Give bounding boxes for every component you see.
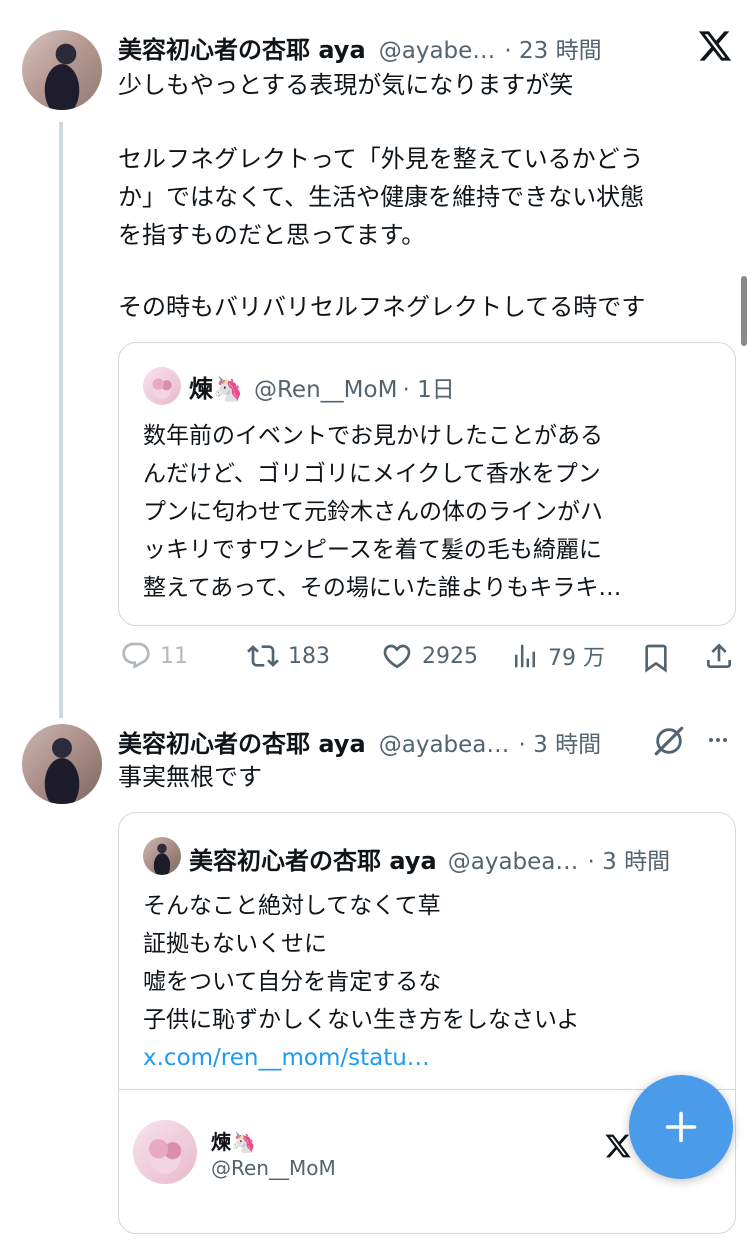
avatar[interactable] [22, 30, 102, 110]
quote-avatar [143, 367, 181, 405]
tweet-spacer [118, 254, 728, 292]
x-logo-icon[interactable] [696, 28, 734, 64]
tweet-text: 少しもやっとする表現が気になりますが笑 セルフネグレクトって「外見を整えているか… [118, 66, 728, 326]
tweet-text: 事実無根です [118, 763, 262, 791]
quote-line: んだけど、ゴリゴリにメイクして香水をプン [143, 461, 601, 487]
embed-avatar [133, 1120, 197, 1184]
thread-line [59, 122, 63, 718]
tweet-header: 美容初心者の杏耶 aya @ayabea… · 3 時間 [118, 724, 601, 758]
display-name[interactable]: 美容初心者の杏耶 aya [118, 36, 366, 64]
quote-handle: @ayabea… [447, 849, 579, 875]
embed-display-name: 煉🦄 [211, 1130, 256, 1154]
quote-line: 嘘をついて自分を肯定するな [143, 969, 442, 995]
timestamp[interactable]: · 3 時間 [519, 732, 602, 758]
tweet-spacer [118, 104, 728, 142]
bookmark-icon[interactable] [640, 642, 672, 674]
tweet-line: を指すものだと思ってます。 [118, 221, 426, 249]
quote-timestamp: · 3 時間 [587, 849, 671, 875]
quote-line: 整えてあって、その場にいた誰よりもキラキ… [143, 575, 622, 601]
grok-icon[interactable] [652, 724, 686, 758]
quote-text: そんなこと絶対してなくて草 証拠もないくせに 嘘をついて自分を肯定するな 子供に… [143, 887, 723, 1077]
quote-line: ッキリですワンピースを着て髪の毛も綺麗に [143, 537, 602, 563]
retweet-icon [246, 640, 280, 672]
retweet-count: 183 [288, 643, 330, 669]
tweet-line: その時もバリバリセルフネグレクトしてる時です [118, 293, 646, 321]
quote-link[interactable]: x.com/ren__mom/statu… [143, 1039, 723, 1077]
reply-button[interactable]: 11 [120, 640, 188, 672]
avatar[interactable] [22, 724, 102, 804]
reply-icon [120, 640, 152, 672]
share-icon[interactable] [703, 640, 735, 672]
quote-tweet-card[interactable]: 煉🦄 @Ren__MoM · 1日 数年前のイベントでお見かけしたことがある ん… [118, 342, 736, 626]
quote-display-name: 美容初心者の杏耶 aya [189, 847, 437, 875]
plus-icon [663, 1109, 699, 1145]
like-button[interactable]: 2925 [380, 640, 478, 672]
quote-display-name: 煉🦄 [189, 375, 243, 403]
quote-line: そんなこと絶対してなくて草 [143, 893, 441, 919]
tweet-line: 少しもやっとする表現が気になりますが笑 [118, 71, 574, 99]
handle[interactable]: @ayabe… [379, 38, 496, 64]
quote-avatar [143, 837, 181, 875]
views-icon [510, 640, 540, 672]
embed-handle: @Ren__MoM [211, 1156, 336, 1180]
reply-count: 11 [160, 643, 188, 669]
quote-tweet-card[interactable]: 美容初心者の杏耶 aya @ayabea… · 3 時間 そんなこと絶対してなく… [118, 812, 736, 1234]
quote-header: 煉🦄 @Ren__MoM · 1日 [189, 369, 455, 404]
tweet-line: か」ではなくて、生活や健康を維持できない状態 [118, 183, 645, 211]
like-icon [380, 640, 414, 672]
quote-line: 証拠もないくせに [143, 931, 327, 957]
scrollbar[interactable] [741, 276, 747, 346]
views-count: 79 万 [548, 646, 605, 671]
more-icon[interactable] [702, 728, 734, 752]
tweet-header: 美容初心者の杏耶 aya @ayabe… · 23 時間 [118, 30, 602, 64]
quote-text: 数年前のイベントでお見かけしたことがある んだけど、ゴリゴリにメイクして香水をプ… [143, 417, 723, 607]
views-button[interactable]: 79 万 [510, 640, 605, 672]
display-name[interactable]: 美容初心者の杏耶 aya [118, 730, 366, 758]
tweet-line: セルフネグレクトって「外見を整えているかどう [118, 145, 644, 173]
retweet-button[interactable]: 183 [246, 640, 330, 672]
like-count: 2925 [422, 643, 478, 669]
quote-line: プンに匂わせて元鈴木さんの体のラインがハ [143, 499, 603, 525]
compose-button[interactable] [629, 1075, 733, 1179]
quote-line: 子供に恥ずかしくない生き方をしなさいよ [143, 1007, 580, 1033]
quote-handle: @Ren__MoM [253, 377, 398, 403]
x-logo-icon [603, 1132, 633, 1160]
timestamp[interactable]: · 23 時間 [504, 38, 601, 64]
quote-header: 美容初心者の杏耶 aya @ayabea… · 3 時間 [189, 841, 670, 876]
quote-timestamp: · 1日 [402, 377, 455, 403]
handle[interactable]: @ayabea… [379, 732, 510, 758]
quote-line: 数年前のイベントでお見かけしたことがある [143, 423, 603, 449]
